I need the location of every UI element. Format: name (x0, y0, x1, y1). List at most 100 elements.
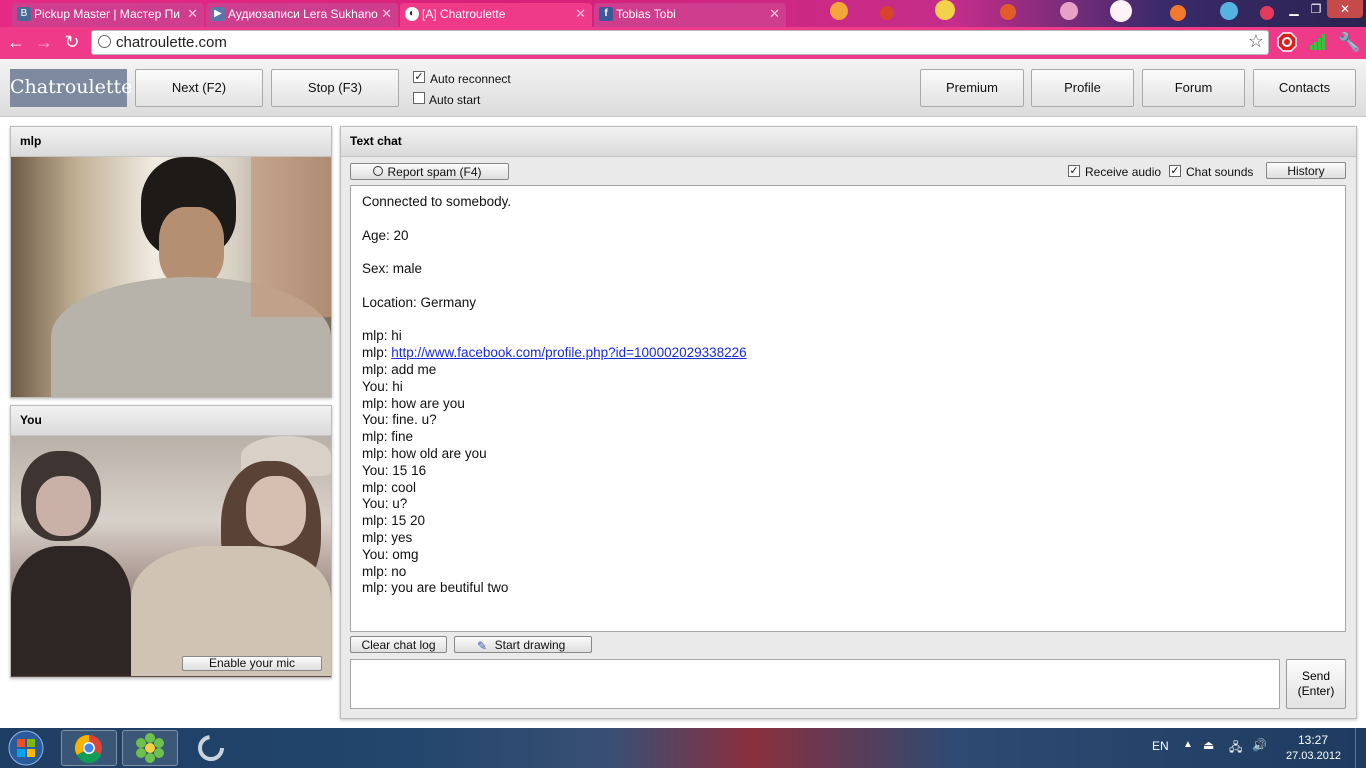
enable-mic-button[interactable]: Enable your mic (182, 656, 322, 671)
chat-message-text: 15 16 (392, 462, 427, 478)
app-taskbar-icon[interactable] (183, 730, 239, 766)
back-icon[interactable]: ← (6, 32, 26, 52)
site-logo[interactable]: Chatroulette (10, 69, 132, 107)
bookmark-star-icon[interactable]: ☆ (1248, 31, 1264, 52)
forum-button[interactable]: Forum (1142, 69, 1245, 107)
restore-icon[interactable]: ❐ (1305, 0, 1327, 18)
person-face (246, 476, 306, 546)
chat-info-line: Location: Germany (362, 294, 477, 310)
chat-message: mlp: no (362, 564, 1334, 581)
tab-chatroulette[interactable]: ◐ [A] Chatroulette ✕ (400, 3, 592, 27)
message-input[interactable] (350, 659, 1280, 709)
chat-message-text: add me (391, 361, 437, 377)
minimize-icon[interactable]: ▁ (1283, 0, 1305, 18)
send-label: Send (1301, 669, 1331, 683)
stop-button[interactable]: Stop (F3) (271, 69, 399, 107)
chat-message-link[interactable]: http://www.facebook.com/profile.php?id=1… (391, 345, 746, 360)
chat-message-text: you are beutiful two (391, 580, 509, 596)
clock-date[interactable]: 27.03.2012 (1286, 750, 1341, 762)
chat-message-sender: mlp (362, 361, 384, 377)
chat-message-text: how are you (391, 395, 465, 411)
chat-message-sender: mlp (362, 580, 384, 596)
chat-message-sender: mlp (362, 395, 384, 411)
self-name: You (11, 406, 331, 436)
chat-message-list: mlp: hi mlp: http://www.facebook.com/prof… (362, 328, 1334, 597)
icq-taskbar-icon[interactable] (122, 730, 178, 766)
tab-audio[interactable]: ▶ Аудиозаписи Lera Sukhano ✕ (206, 3, 398, 27)
chat-message-sender: mlp (362, 529, 384, 545)
chat-message-sender: mlp (362, 479, 384, 495)
close-tab-icon[interactable]: ✕ (769, 3, 780, 25)
text-chat-title: Text chat (341, 127, 1356, 157)
auto-start-checkbox[interactable] (413, 92, 425, 104)
chat-message-sender: You (362, 378, 385, 394)
show-hidden-icons[interactable]: ▲ (1183, 739, 1193, 750)
wrench-icon[interactable]: 🔧 (1338, 32, 1360, 52)
windows-taskbar: EN ▲ ⏏ 🖧 🔊 13:27 27.03.2012 (0, 728, 1366, 768)
browser-tab-strip: B Pickup Master | Мастер Пи ✕ ▶ Аудиозап… (0, 0, 1366, 27)
chat-message: You: omg (362, 547, 1334, 564)
receive-audio-checkbox[interactable]: ✓ (1068, 165, 1080, 177)
chat-message: mlp: hi (362, 328, 1334, 345)
chat-message-text: hi (392, 378, 403, 394)
decor-flower (1060, 2, 1078, 20)
adblock-icon[interactable] (1277, 32, 1297, 52)
decor-flower (1260, 6, 1274, 20)
chat-log[interactable]: Connected to somebody. Age: 20 Sex: male… (350, 185, 1346, 632)
tab-facebook[interactable]: f Tobias Tobi ✕ (594, 3, 786, 27)
clear-chat-log-button[interactable]: Clear chat log (350, 636, 447, 653)
close-window-icon[interactable]: ✕ (1327, 0, 1363, 18)
close-tab-icon[interactable]: ✕ (187, 3, 198, 25)
start-drawing-button[interactable]: ✎ Start drawing (454, 636, 592, 653)
chat-sounds-label: Chat sounds (1186, 165, 1254, 179)
decor-flower (935, 0, 955, 20)
self-video-panel: You Enable your mic (10, 405, 332, 678)
reload-icon[interactable]: ↻ (62, 32, 82, 52)
premium-button[interactable]: Premium (920, 69, 1024, 107)
network-icon[interactable]: 🖧 (1229, 738, 1242, 759)
contacts-button[interactable]: Contacts (1253, 69, 1356, 107)
close-tab-icon[interactable]: ✕ (575, 3, 586, 25)
decor-flower (830, 2, 848, 20)
show-desktop-button[interactable] (1355, 728, 1366, 768)
auto-start-label: Auto start (429, 93, 481, 107)
tab-label: Аудиозаписи Lera Sukhano (228, 7, 378, 21)
profile-button[interactable]: Profile (1031, 69, 1134, 107)
next-button[interactable]: Next (F2) (135, 69, 263, 107)
chat-message-text: u? (392, 496, 408, 512)
address-bar[interactable]: chatroulette.com ☆ (91, 30, 1269, 55)
chat-message-sender: You (362, 546, 385, 562)
auto-reconnect-checkbox[interactable]: ✓ (413, 71, 425, 83)
site-header: Chatroulette Next (F2) Stop (F3) ✓ Auto … (0, 59, 1366, 117)
self-video (11, 436, 331, 677)
send-button[interactable]: Send (Enter) (1286, 659, 1346, 709)
chat-sounds-checkbox[interactable]: ✓ (1169, 165, 1181, 177)
chat-message: mlp: 15 20 (362, 513, 1334, 530)
clock-time[interactable]: 13:27 (1298, 733, 1328, 747)
language-indicator[interactable]: EN (1152, 739, 1169, 753)
volume-icon[interactable]: 🔊 (1252, 738, 1267, 752)
signal-bars-icon[interactable] (1308, 32, 1328, 52)
chat-message-sender: You (362, 496, 385, 512)
chat-message-sender: mlp (362, 563, 384, 579)
chat-message: mlp: cool (362, 480, 1334, 497)
close-tab-icon[interactable]: ✕ (381, 3, 392, 25)
history-button[interactable]: History (1266, 162, 1346, 179)
usb-icon[interactable]: ⏏ (1203, 738, 1214, 752)
play-icon: ▶ (211, 7, 225, 21)
chat-message: mlp: how old are you (362, 446, 1334, 463)
start-drawing-label: Start drawing (494, 638, 566, 652)
auto-reconnect-label: Auto reconnect (430, 72, 511, 86)
chrome-taskbar-icon[interactable] (61, 730, 117, 766)
text-chat-panel: Text chat Report spam (F4) ✓ Receive aud… (340, 126, 1357, 719)
url-text: chatroulette.com (116, 34, 227, 51)
tab-pickup-master[interactable]: B Pickup Master | Мастер Пи ✕ (12, 3, 204, 27)
report-spam-label: Report spam (F4) (387, 165, 482, 179)
report-spam-button[interactable]: Report spam (F4) (350, 163, 509, 180)
chat-message-text: fine. u? (392, 412, 437, 428)
start-button[interactable] (4, 728, 48, 768)
person-body (11, 546, 131, 676)
partner-video (11, 157, 331, 397)
chat-message: You: fine. u? (362, 412, 1334, 429)
forward-icon[interactable]: → (34, 32, 54, 52)
